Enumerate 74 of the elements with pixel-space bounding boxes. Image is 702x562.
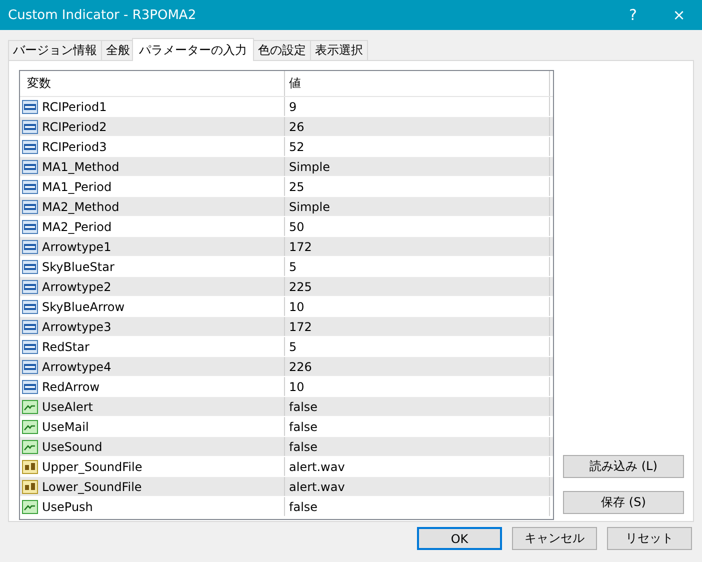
number-icon xyxy=(22,100,38,114)
parameter-value[interactable]: 5 xyxy=(289,260,297,274)
parameter-name: Upper_SoundFile xyxy=(42,460,142,474)
parameter-value[interactable]: false xyxy=(289,440,318,454)
parameter-value[interactable]: Simple xyxy=(289,160,330,174)
parameter-name: Arrowtype4 xyxy=(42,360,112,374)
parameter-value[interactable]: false xyxy=(289,420,318,434)
parameter-value[interactable]: 225 xyxy=(289,280,312,294)
number-icon xyxy=(22,220,38,234)
number-icon xyxy=(22,140,38,154)
toggle-icon xyxy=(22,420,38,434)
tab[interactable]: バージョン情報 xyxy=(8,40,102,60)
toggle-icon xyxy=(22,400,38,414)
window-title: Custom Indicator - R3POMA2 xyxy=(7,8,198,22)
number-icon xyxy=(22,240,38,254)
text-icon xyxy=(22,480,38,494)
parameter-name: RedArrow xyxy=(42,380,100,394)
parameter-name: UseSound xyxy=(42,440,102,454)
toggle-icon xyxy=(22,440,38,454)
dialog-button[interactable]: キャンセル xyxy=(512,527,597,550)
parameter-value[interactable]: 226 xyxy=(289,360,312,374)
text-icon xyxy=(22,460,38,474)
column-header: 変数 xyxy=(27,75,51,92)
parameter-value[interactable]: Simple xyxy=(289,200,330,214)
parameter-value[interactable]: false xyxy=(289,500,318,514)
parameter-value[interactable]: 10 xyxy=(289,300,304,314)
parameter-value[interactable]: 26 xyxy=(289,120,304,134)
parameter-value[interactable]: false xyxy=(289,400,318,414)
parameter-value[interactable]: 52 xyxy=(289,140,304,154)
parameter-value[interactable]: 9 xyxy=(289,100,297,114)
parameter-value[interactable]: alert.wav xyxy=(289,460,345,474)
parameter-value[interactable]: 172 xyxy=(289,320,312,334)
number-icon xyxy=(22,340,38,354)
parameter-name: Arrowtype3 xyxy=(42,320,112,334)
parameter-name: UseAlert xyxy=(42,400,93,414)
parameter-name: RCIPeriod3 xyxy=(42,140,107,154)
parameter-name: MA2_Period xyxy=(42,220,112,234)
parameter-name: UsePush xyxy=(42,500,93,514)
number-icon xyxy=(22,120,38,134)
number-icon xyxy=(22,360,38,374)
number-icon xyxy=(22,160,38,174)
parameter-name: Arrowtype1 xyxy=(42,240,112,254)
dialog-button[interactable]: 保存 (S) xyxy=(563,491,684,514)
dialog-button[interactable]: OK xyxy=(417,527,502,550)
parameter-value[interactable]: 10 xyxy=(289,380,304,394)
parameter-name: RedStar xyxy=(42,340,90,354)
parameter-value[interactable]: 5 xyxy=(289,340,297,354)
number-icon xyxy=(22,180,38,194)
parameter-name: Lower_SoundFile xyxy=(42,480,142,494)
number-icon xyxy=(22,320,38,334)
parameter-name: MA1_Method xyxy=(42,160,120,174)
parameter-value[interactable]: 172 xyxy=(289,240,312,254)
number-icon xyxy=(22,260,38,274)
dialog-button[interactable]: リセット xyxy=(607,527,692,550)
parameter-name: SkyBlueStar xyxy=(42,260,114,274)
toggle-icon xyxy=(22,500,38,514)
number-icon xyxy=(22,200,38,214)
column-header: 値 xyxy=(289,75,301,92)
parameter-name: SkyBlueArrow xyxy=(42,300,125,314)
number-icon xyxy=(22,280,38,294)
tab[interactable]: パラメーターの入力 xyxy=(132,38,254,61)
dialog-button[interactable]: 読み込み (L) xyxy=(563,455,684,478)
number-icon xyxy=(22,300,38,314)
tab[interactable]: 表示選択 xyxy=(310,40,368,60)
number-icon xyxy=(22,380,38,394)
parameter-name: RCIPeriod1 xyxy=(42,100,107,114)
parameter-name: RCIPeriod2 xyxy=(42,120,107,134)
parameter-name: Arrowtype2 xyxy=(42,280,112,294)
parameter-value[interactable]: alert.wav xyxy=(289,480,345,494)
parameter-value[interactable]: 25 xyxy=(289,180,304,194)
parameter-name: UseMail xyxy=(42,420,89,434)
parameter-value[interactable]: 50 xyxy=(289,220,304,234)
parameter-name: MA2_Method xyxy=(42,200,120,214)
parameter-name: MA1_Period xyxy=(42,180,112,194)
